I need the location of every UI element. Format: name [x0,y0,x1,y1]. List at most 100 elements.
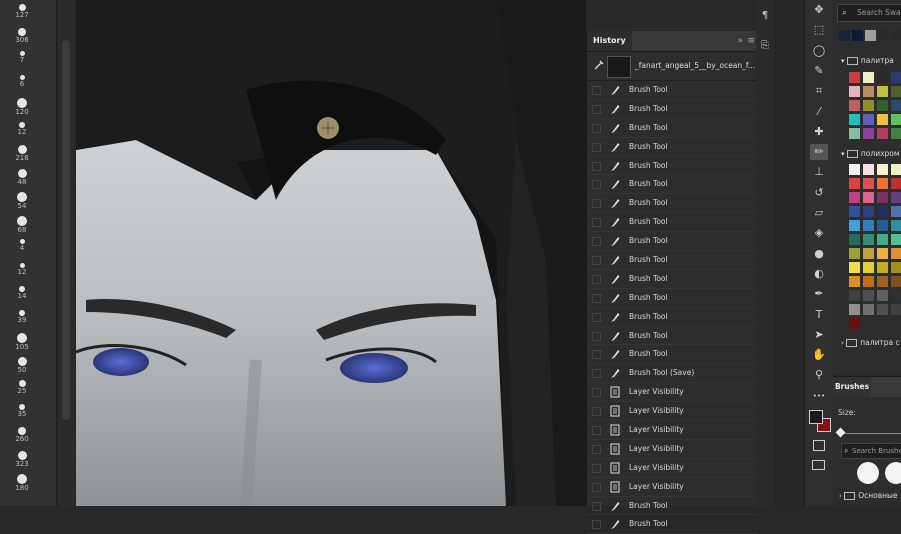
swatch[interactable] [863,114,874,125]
history-state[interactable]: Brush Tool [587,194,757,214]
swatch[interactable] [877,220,888,231]
swatch[interactable] [863,100,874,111]
document-canvas[interactable] [76,0,586,506]
history-state[interactable]: Layer Visibility [587,402,757,422]
double-chevron-icon[interactable]: » [737,31,743,51]
history-state[interactable]: Brush Tool [587,308,757,327]
brush-preset[interactable]: 127 [0,4,44,19]
history-checkbox[interactable] [592,520,601,530]
history-state[interactable]: Layer Visibility [587,383,757,403]
swatch[interactable] [891,262,901,273]
swatch[interactable] [849,234,860,245]
foreground-color-swatch[interactable] [809,410,823,424]
history-state[interactable]: Layer Visibility [587,421,757,440]
history-snapshot[interactable]: _fanart_angeal_5__by_ocean_f... [587,52,757,81]
swatch[interactable] [863,72,874,83]
swatch[interactable] [891,128,901,139]
brush-preset[interactable]: 68 [0,215,44,234]
brushes-tab[interactable]: Brushes [833,377,871,397]
history-tab[interactable]: History [587,31,632,51]
swatch[interactable] [863,128,874,139]
recent-swatch[interactable] [839,30,850,41]
history-checkbox[interactable] [592,293,601,303]
history-checkbox[interactable] [592,501,601,511]
swatch[interactable] [863,290,874,301]
swatch[interactable] [891,114,901,125]
lasso-icon[interactable]: ◯ [810,43,828,59]
swatch[interactable] [891,276,901,287]
history-checkbox[interactable] [592,331,601,341]
swatch[interactable] [863,234,874,245]
swatch[interactable] [849,178,860,189]
history-state[interactable]: Brush Tool [587,232,757,252]
hand-icon[interactable]: ✋ [810,347,828,363]
swatch[interactable] [863,178,874,189]
swatch[interactable] [849,318,860,329]
swatch[interactable] [877,178,888,189]
brush-preset[interactable]: 39 [0,309,44,324]
paragraph-icon[interactable]: ¶ [759,10,771,22]
swatch[interactable] [849,192,860,203]
brush-preset[interactable]: 35 [0,403,44,418]
history-state[interactable]: Brush Tool [587,100,757,119]
swatch[interactable] [849,276,860,287]
recent-swatch[interactable] [891,30,901,41]
swatch[interactable] [891,86,901,97]
history-checkbox[interactable] [592,388,601,398]
history-checkbox[interactable] [592,312,601,322]
swatch[interactable] [891,234,901,245]
history-state[interactable]: Brush Tool [587,515,757,534]
swatch[interactable] [877,100,888,111]
brush-group-basic[interactable]: › Основные [839,491,898,500]
history-checkbox[interactable] [592,199,601,209]
swatch[interactable] [863,164,874,175]
crop-icon[interactable]: ⌗ [810,83,828,99]
more-icon[interactable]: ••• [810,388,828,404]
size-slider-handle[interactable] [835,427,846,438]
swatch[interactable] [877,234,888,245]
brush-preset[interactable]: 12 [0,262,44,276]
history-state[interactable]: Brush Tool [587,138,757,157]
eyedropper-icon[interactable]: ⁄ [810,104,828,120]
swatch[interactable] [863,304,874,315]
brush-presets-scrollbar[interactable] [58,0,74,506]
swatch[interactable] [849,262,860,273]
swatch[interactable] [877,290,888,301]
swatch[interactable] [877,192,888,203]
history-checkbox[interactable] [592,218,601,228]
brush-preset[interactable]: 105 [0,333,44,351]
brush-preset[interactable]: 4 [0,239,44,252]
pen-icon[interactable]: ✒ [810,286,828,302]
zoom-icon[interactable]: ⚲ [810,367,828,383]
swatch[interactable] [863,262,874,273]
history-state[interactable]: Brush Tool [587,175,757,195]
history-state[interactable]: Layer Visibility [587,478,757,497]
brush-preset[interactable]: 7 [0,51,44,64]
quick-mask-icon[interactable] [813,440,825,451]
swatch[interactable] [877,114,888,125]
swatch[interactable] [877,128,888,139]
swatch-group-palette-c[interactable]: › палитра с [841,338,900,347]
swatch[interactable] [863,220,874,231]
size-slider[interactable] [839,433,901,434]
history-state[interactable]: Brush Tool [587,289,757,308]
history-state[interactable]: Brush Tool [587,345,757,365]
swatch[interactable] [877,164,888,175]
swatch[interactable] [891,290,901,301]
swatch[interactable] [863,192,874,203]
history-checkbox[interactable] [592,104,601,114]
history-state[interactable]: Brush Tool (Save) [587,364,757,384]
swatch[interactable] [849,128,860,139]
brush-preset[interactable]: 25 [0,380,44,395]
swatch[interactable] [891,304,901,315]
swatch[interactable] [891,100,901,111]
swatch[interactable] [863,248,874,259]
history-state[interactable]: Brush Tool [587,157,757,176]
history-state[interactable]: Layer Visibility [587,440,757,459]
swatch[interactable] [863,206,874,217]
swatch[interactable] [877,206,888,217]
brush-preset[interactable]: 306 [0,27,44,44]
swatch[interactable] [877,86,888,97]
history-state[interactable]: Brush Tool [587,327,757,346]
history-checkbox[interactable] [592,123,601,133]
